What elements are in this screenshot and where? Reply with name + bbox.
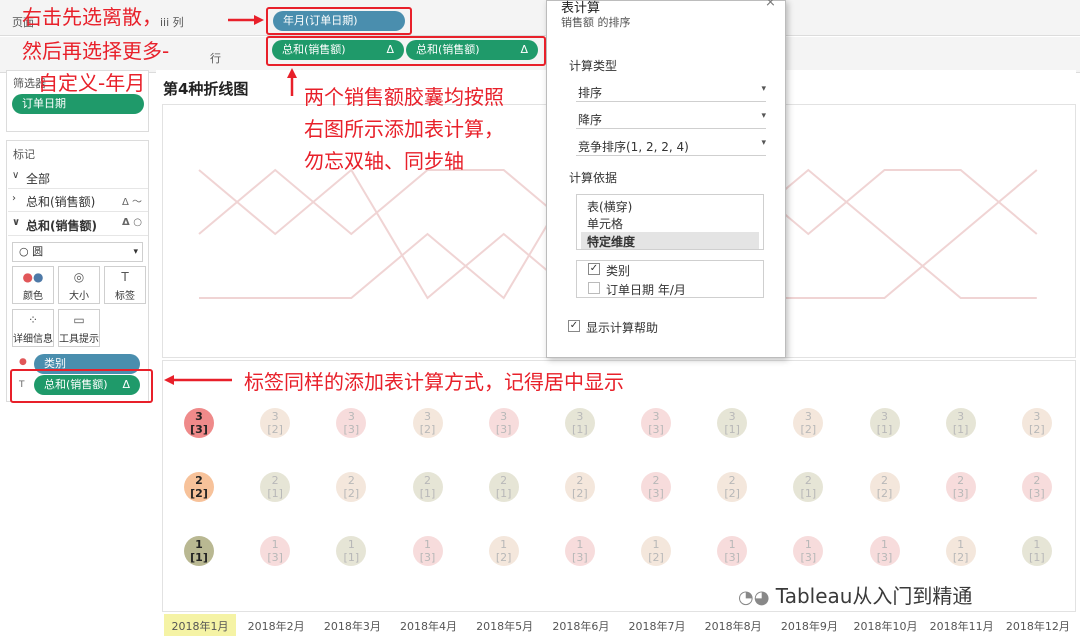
annotation-arrows	[164, 15, 297, 385]
annotation-middle-2: 右图所示添加表计算，	[304, 117, 504, 141]
annotation-middle-1: 两个销售额胶囊均按照	[304, 85, 504, 109]
watermark-text: Tableau从入门到精通	[775, 584, 973, 608]
wechat-icon: ◔◕	[738, 587, 770, 608]
watermark: ◔◕ Tableau从入门到精通	[738, 580, 972, 609]
annotation-middle-3: 勿忘双轴、同步轴	[304, 149, 464, 173]
annotation-bottom: 标签同样的添加表计算方式，记得居中显示	[244, 370, 624, 394]
